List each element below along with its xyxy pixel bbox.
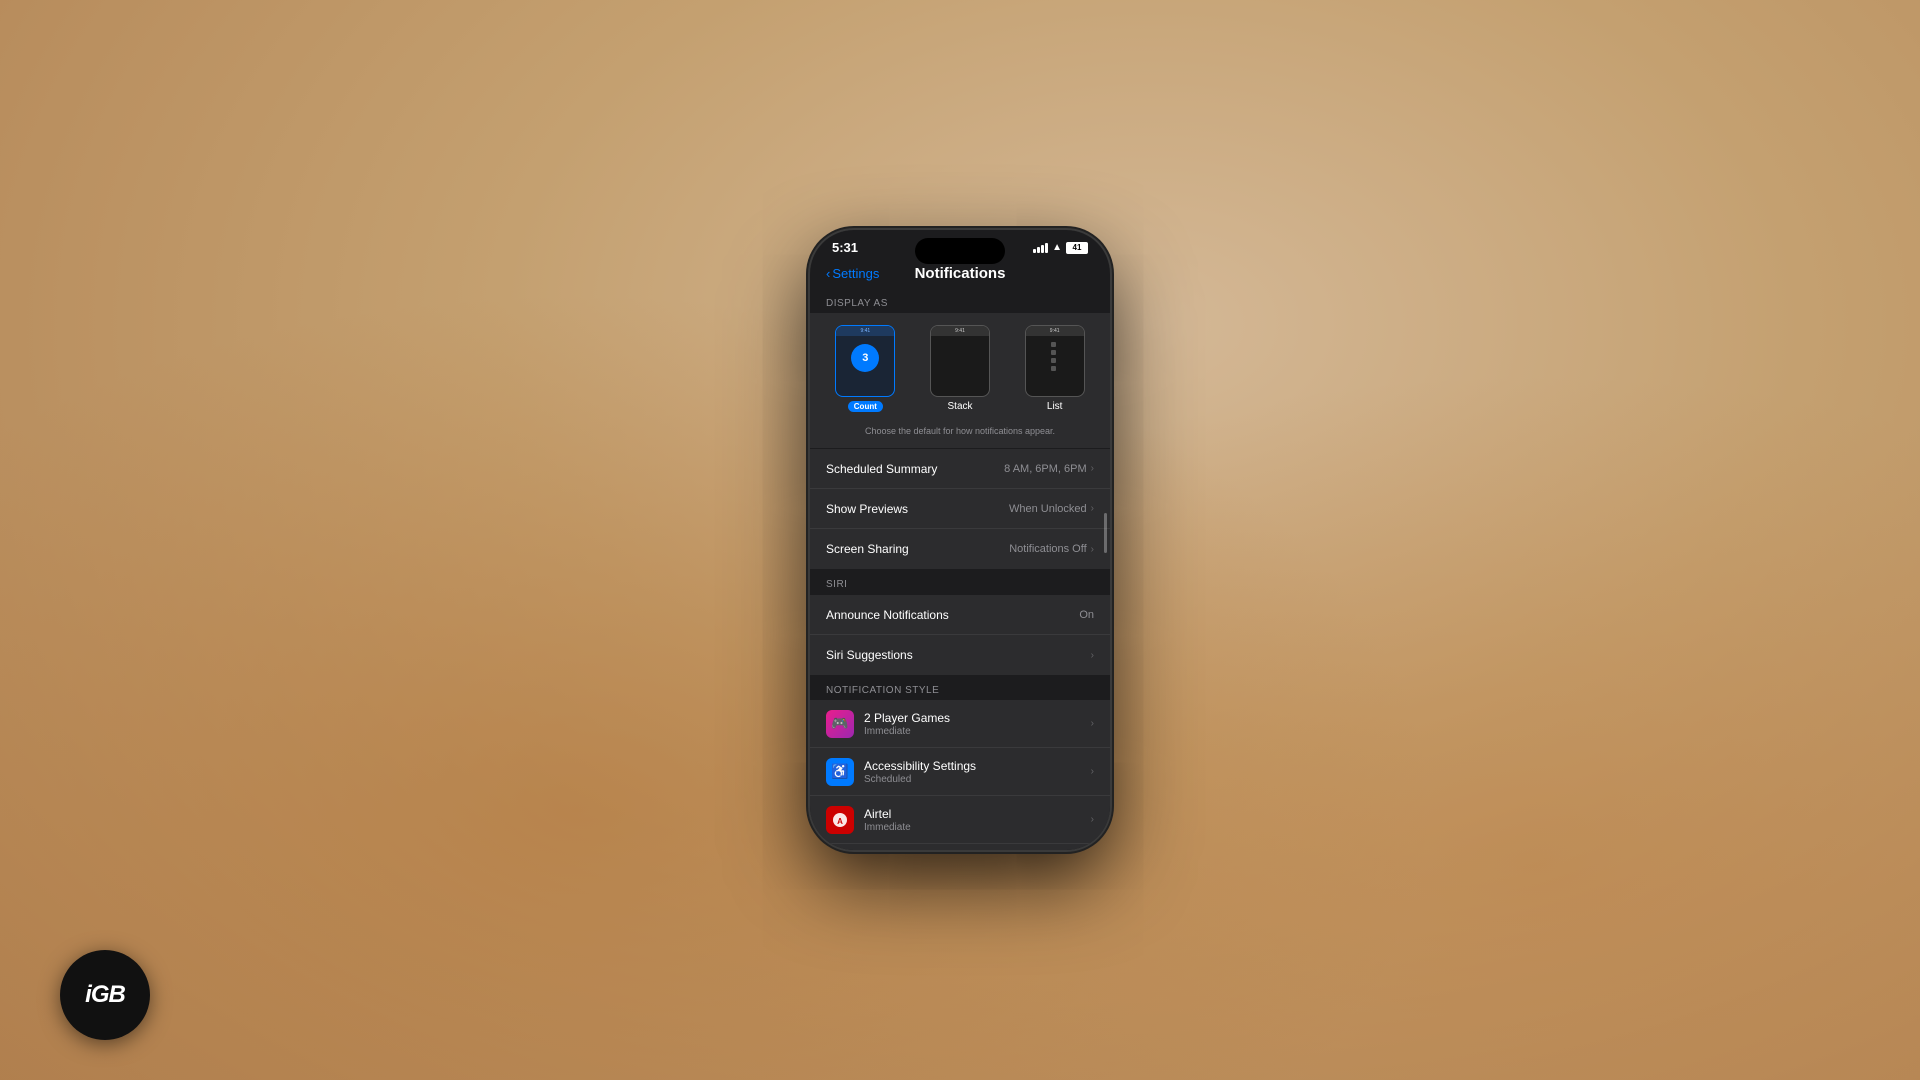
count-circle: 3 [851,344,879,372]
list-thumb: 9:41 [1025,325,1085,397]
display-as-section: 9:41 3 Count 9:41 [810,313,1110,448]
siri-group: Announce Notifications On Siri Suggestio… [810,595,1110,675]
iphone: 5:31 ▲ 41 ‹ Settings Notifications [810,230,1110,850]
screen-sharing-value: Notifications Off › [1009,543,1094,555]
siri-suggestions-title: Siri Suggestions [826,648,913,662]
signal-bar-3 [1041,245,1044,253]
stack-thumb-header: 9:41 [931,326,989,336]
screen-sharing-chevron: › [1091,544,1094,555]
app-info-accessibility: Accessibility Settings Scheduled [864,759,1081,785]
signal-bar-4 [1045,243,1048,253]
igb-logo: iGB [60,950,150,1040]
siri-suggestions-row[interactable]: Siri Suggestions › [810,635,1110,675]
show-previews-row[interactable]: Show Previews When Unlocked › [810,489,1110,529]
igb-logo-text: iGB [85,981,125,1009]
app-subtitle-accessibility: Scheduled [864,774,1081,785]
count-thumb: 9:41 3 [835,325,895,397]
scroll-indicator [1104,513,1107,553]
count-thumb-header: 9:41 [836,326,894,336]
announce-notifications-value: On [1079,609,1094,621]
settings-group-main: Scheduled Summary 8 AM, 6PM, 6PM › Show … [810,449,1110,569]
app-row-awkeyboard[interactable]: ⌨ Apple Watch Keyboard Immediate › [810,844,1110,850]
display-options: 9:41 3 Count 9:41 [822,325,1098,412]
show-previews-val-text: When Unlocked [1009,503,1087,515]
dynamic-island [915,238,1005,264]
app-chevron-airtel: › [1091,814,1094,825]
list-row-4 [1051,366,1058,371]
display-option-stack[interactable]: 9:41 Stack [917,325,1004,412]
svg-text:A: A [837,817,843,826]
display-as-label: DISPLAY AS [810,288,1110,313]
phone-wrapper: 5:31 ▲ 41 ‹ Settings Notifications [810,230,1110,850]
app-info-airtel: Airtel Immediate [864,807,1081,833]
screen-sharing-title: Screen Sharing [826,542,909,556]
app-subtitle-airtel: Immediate [864,822,1081,833]
signal-bar-1 [1033,249,1036,253]
app-subtitle-2player: Immediate [864,726,1081,737]
app-icon-airtel: A [826,806,854,834]
stack-label: Stack [948,401,973,412]
app-info-2player: 2 Player Games Immediate [864,711,1081,737]
announce-notifications-row[interactable]: Announce Notifications On [810,595,1110,635]
back-chevron: ‹ [826,266,830,281]
stack-thumb: 9:41 [930,325,990,397]
phone-content: DISPLAY AS 9:41 3 Count [810,288,1110,850]
count-display: 3 [851,344,879,372]
app-name-2player: 2 Player Games [864,711,1081,725]
app-icon-accessibility: ♿ [826,758,854,786]
show-previews-value: When Unlocked › [1009,503,1094,515]
screen-sharing-val-text: Notifications Off [1009,543,1086,555]
app-row-2player[interactable]: 🎮 2 Player Games Immediate › [810,700,1110,748]
app-name-airtel: Airtel [864,807,1081,821]
stack-display [956,340,964,374]
list-row-2 [1051,350,1058,355]
back-button[interactable]: ‹ Settings [826,266,879,281]
signal-icon [1033,243,1048,253]
list-thumb-header: 9:41 [1026,326,1084,336]
list-display [1047,340,1062,373]
count-selected-badge: Count [848,401,883,412]
scheduled-summary-val-text: 8 AM, 6PM, 6PM [1004,463,1087,475]
battery-icon: 41 [1066,242,1088,254]
signal-bar-2 [1037,247,1040,253]
scheduled-summary-row[interactable]: Scheduled Summary 8 AM, 6PM, 6PM › [810,449,1110,489]
display-option-list[interactable]: 9:41 [1011,325,1098,412]
screen-sharing-row[interactable]: Screen Sharing Notifications Off › [810,529,1110,569]
siri-section-label: SIRI [810,569,1110,594]
siri-suggestions-chevron: › [1091,650,1094,661]
list-label: List [1047,401,1063,412]
list-row-3 [1051,358,1058,363]
list-row-1 [1051,342,1058,347]
back-label: Settings [832,266,879,281]
status-icons: ▲ 41 [1033,242,1088,254]
display-option-count[interactable]: 9:41 3 Count [822,325,909,412]
wifi-icon: ▲ [1052,242,1062,253]
app-chevron-2player: › [1091,718,1094,729]
siri-suggestions-value: › [1091,650,1094,661]
show-previews-title: Show Previews [826,502,908,516]
status-time: 5:31 [832,240,858,255]
nav-title: Notifications [915,265,1006,282]
notification-style-label: NOTIFICATION STYLE [810,675,1110,700]
scroll-content: DISPLAY AS 9:41 3 Count [810,288,1110,850]
app-icon-2player: 🎮 [826,710,854,738]
app-name-accessibility: Accessibility Settings [864,759,1081,773]
scheduled-summary-title: Scheduled Summary [826,462,937,476]
show-previews-chevron: › [1091,503,1094,514]
scheduled-summary-chevron: › [1091,463,1094,474]
announce-notifications-val-text: On [1079,609,1094,621]
scheduled-summary-value: 8 AM, 6PM, 6PM › [1004,463,1094,475]
display-hint: Choose the default for how notifications… [822,420,1098,436]
app-row-airtel[interactable]: A Airtel Immediate › [810,796,1110,844]
app-chevron-accessibility: › [1091,766,1094,777]
announce-notifications-title: Announce Notifications [826,608,949,622]
app-row-accessibility[interactable]: ♿ Accessibility Settings Scheduled › [810,748,1110,796]
